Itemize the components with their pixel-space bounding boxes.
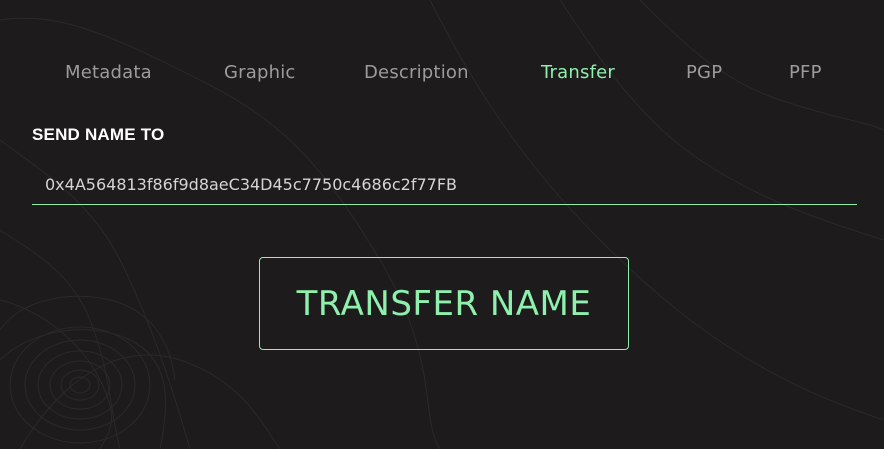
tab-metadata[interactable]: Metadata <box>65 62 152 83</box>
tab-pfp[interactable]: PFP <box>789 62 822 83</box>
send-name-to-label: SEND NAME TO <box>32 125 165 144</box>
tab-description[interactable]: Description <box>364 62 469 83</box>
tab-transfer[interactable]: Transfer <box>541 62 615 83</box>
tab-graphic[interactable]: Graphic <box>224 62 296 83</box>
recipient-address-input[interactable] <box>32 165 857 205</box>
tab-pgp[interactable]: PGP <box>686 62 722 83</box>
tab-bar: Metadata Graphic Description Transfer PG… <box>0 62 884 90</box>
transfer-name-button[interactable]: TRANSFER NAME <box>259 257 629 350</box>
